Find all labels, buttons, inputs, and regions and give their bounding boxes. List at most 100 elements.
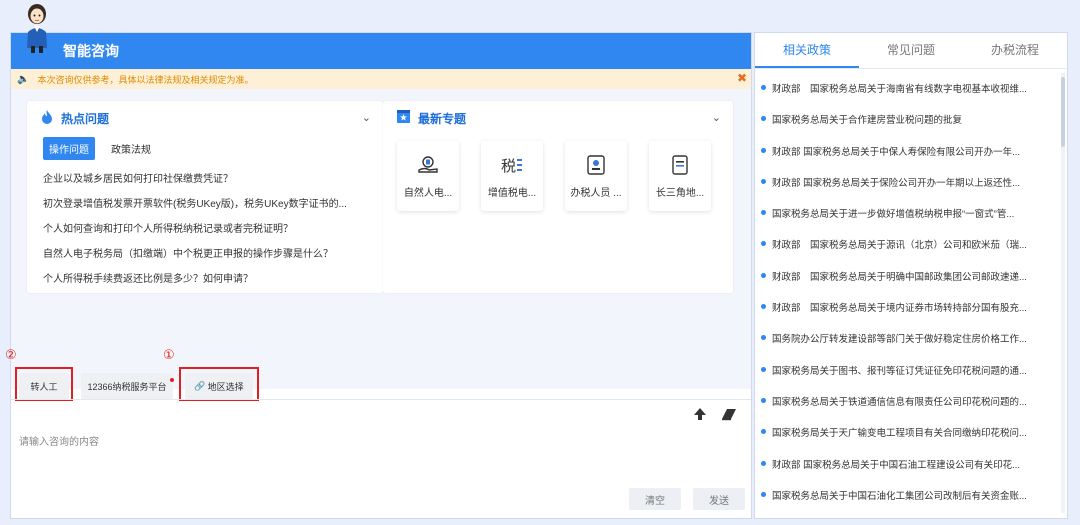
side-tabs: 相关政策 常见问题 办税流程 — [755, 33, 1067, 69]
bullet-dot — [761, 366, 766, 372]
policy-title: 国家税务局关于图书、报刊等征订凭证征免印花税问题的通... — [772, 365, 1027, 377]
hot-questions-title: 热点问题 — [61, 111, 110, 126]
topic-label: 自然人电... — [403, 187, 453, 199]
flame-icon — [41, 109, 53, 127]
list-item[interactable]: 财政部 国家税务总局关于源讯（北京）公司和欧米茄（瑞... — [761, 237, 1051, 268]
list-item[interactable]: 财政部 国家税务总局关于海南省有线数字电视基本收视维... — [761, 81, 1051, 112]
content-area: 热点问题 ⌄ 操作问题 政策法规 企业以及城乡居民如何打印社保缴费凭证？ 初次登… — [11, 89, 751, 389]
page-title: 智能咨询 — [63, 43, 119, 59]
policy-title: 国家税务总局关于进一步做好增值税纳税申报“一窗式”管... — [772, 209, 1015, 221]
latest-topics-card: 最新专题 ⌄ 自然人电... 税 增值税电... 办税人员 ... 长三角地..… — [383, 101, 733, 293]
question-item[interactable]: 个人所得税手续费返还比例是多少？如何申请？ — [43, 270, 373, 295]
topic-label: 办税人员 ... — [570, 187, 622, 199]
hot-questions-card: 热点问题 ⌄ 操作问题 政策法规 企业以及城乡居民如何打印社保缴费凭证？ 初次登… — [27, 101, 383, 293]
hot-questions-header[interactable]: 热点问题 ⌄ — [27, 101, 383, 135]
close-icon[interactable]: ✖ — [737, 71, 747, 85]
list-item[interactable]: 国家税务总局关于进一步做好增值税纳税申报“一窗式”管... — [761, 206, 1051, 237]
annotation-one: ① — [163, 347, 175, 362]
policy-list: 财政部 国家税务总局关于海南省有线数字电视基本收视维... 国家税务总局关于合作… — [755, 69, 1067, 518]
divider — [11, 399, 751, 400]
list-item[interactable]: 财政部 国家税务总局关于保险公司开办一年期以上返还性... — [761, 175, 1051, 206]
list-item[interactable]: 国务院办公厅转发建设部等部门关于做好稳定住房价格工作... — [761, 331, 1051, 362]
panel-header: 智能咨询 — [11, 33, 751, 69]
policy-title: 财政部 国家税务总局关于源讯（北京）公司和欧米茄（瑞... — [772, 240, 1027, 252]
policy-title: 财政部 国家税务总局关于境内证券市场转持部分国有股充... — [772, 303, 1027, 315]
question-list: 企业以及城乡居民如何打印社保缴费凭证？ 初次登录增值税发票开票软件(税务UKey… — [27, 170, 383, 295]
scrollbar-thumb[interactable] — [1061, 77, 1065, 147]
policy-title: 财政部 国家税务总局关于中保人寿保险有限公司开办一年... — [772, 146, 1021, 158]
question-item[interactable]: 初次登录增值税发票开票软件(税务UKey版)，税务UKey数字证书的... — [43, 195, 373, 220]
question-item[interactable]: 个人如何查询和打印个人所得税纳税记录或者完税证明？ — [43, 220, 373, 245]
topic-label: 增值税电... — [487, 187, 537, 199]
list-item[interactable]: 财政部 国家税务总局关于中保人寿保险有限公司开办一年... — [761, 144, 1051, 175]
policy-title: 国家税务局关于天广输变电工程项目有关合同缴纳印花税问... — [772, 428, 1027, 440]
chevron-down-icon[interactable]: ⌄ — [712, 111, 721, 124]
clear-button[interactable]: 清空 — [629, 488, 681, 510]
policy-title: 国务院办公厅转发建设部等部门关于做好稳定住房价格工作... — [772, 334, 1027, 346]
bullet-dot — [761, 178, 766, 184]
tab-related-policies[interactable]: 相关政策 — [755, 33, 859, 68]
annotation-two: ② — [5, 347, 17, 362]
hot-tabs: 操作问题 政策法规 — [27, 137, 383, 160]
bullet-dot — [761, 85, 766, 90]
list-item[interactable]: 国家税务总局关于合作建房营业税问题的批复 — [761, 112, 1051, 143]
topic-item[interactable]: 税 增值税电... — [481, 141, 543, 211]
send-button[interactable]: 发送 — [693, 488, 745, 510]
bullet-dot — [761, 147, 766, 153]
list-item[interactable]: 国家税务总局关于中国石油化工集团公司改制后有关资金账... — [761, 488, 1051, 518]
mascot-avatar — [20, 2, 54, 54]
tax-char-icon: 税 — [501, 157, 522, 175]
bullet-dot — [761, 272, 766, 278]
transfer-human-button[interactable]: 转人工 — [19, 373, 69, 399]
policy-title: 国家税务总局关于中国石油化工集团公司改制后有关资金账... — [772, 490, 1027, 502]
notification-dot — [170, 378, 174, 382]
hand-coin-icon — [418, 155, 438, 173]
topic-item[interactable]: 长三角地... — [649, 141, 711, 211]
bottom-buttons: 清空 发送 — [629, 488, 745, 510]
topic-label: 长三角地... — [655, 187, 705, 199]
policy-title: 国家税务总局关于铁道通信信息有限责任公司印花税问题的... — [772, 396, 1027, 408]
toolbar-icons — [693, 407, 737, 421]
policy-title: 国家税务总局关于合作建房营业税问题的批复 — [772, 115, 963, 127]
bullet-dot — [761, 491, 766, 497]
policy-title: 财政部 国家税务总局关于保险公司开办一年期以上返还性... — [772, 177, 1021, 189]
question-item[interactable]: 自然人电子税务局（扣缴端）中个税更正申报的操作步骤是什么？ — [43, 245, 373, 270]
topic-grid: 自然人电... 税 增值税电... 办税人员 ... 长三角地... — [383, 141, 733, 211]
notice-text: 本次咨询仅供参考，具体以法律法规及相关规定为准。 — [37, 74, 254, 85]
link-icon: 🔗 — [194, 380, 206, 391]
document-icon — [672, 154, 688, 175]
arrow-up-icon[interactable] — [693, 407, 707, 421]
topic-item[interactable]: 办税人员 ... — [565, 141, 627, 211]
side-panel: 相关政策 常见问题 办税流程 财政部 国家税务总局关于海南省有线数字电视基本收视… — [754, 32, 1068, 519]
region-select-label: 地区选择 — [207, 381, 244, 392]
tab-policy[interactable]: 政策法规 — [105, 137, 157, 160]
list-item[interactable]: 财政部 国家税务总局关于明确中国邮政集团公司邮政速递... — [761, 269, 1051, 300]
list-item[interactable]: 国家税务局关于图书、报刊等征订凭证征免印花税问题的通... — [761, 363, 1051, 394]
list-item[interactable]: 财政部 国家税务总局关于境内证券市场转持部分国有股充... — [761, 300, 1051, 331]
chevron-down-icon[interactable]: ⌄ — [362, 111, 371, 124]
star-badge-icon — [397, 110, 410, 126]
bullet-dot — [761, 304, 766, 310]
bullet-dot — [761, 335, 766, 341]
bullet-dot — [761, 429, 766, 435]
tab-faq[interactable]: 常见问题 — [859, 33, 963, 68]
tab-operation[interactable]: 操作问题 — [43, 137, 95, 160]
chat-panel: 智能咨询 🔈 本次咨询仅供参考，具体以法律法规及相关规定为准。 ✖ 热点问题 ⌄… — [5, 32, 752, 519]
list-item[interactable]: 国家税务局关于天广输变电工程项目有关合同缴纳印花税问... — [761, 425, 1051, 456]
bullet-dot — [761, 210, 766, 216]
eraser-icon[interactable] — [721, 407, 737, 421]
policy-title: 财政部 国家税务总局关于明确中国邮政集团公司邮政速递... — [772, 271, 1027, 283]
bullet-dot — [761, 241, 766, 247]
region-select-button[interactable]: 🔗 地区选择 — [185, 373, 253, 399]
tab-process[interactable]: 办税流程 — [963, 33, 1067, 68]
policy-title: 财政部 国家税务总局关于海南省有线数字电视基本收视维... — [772, 84, 1027, 95]
list-item[interactable]: 国家税务总局关于铁道通信信息有限责任公司印花税问题的... — [761, 394, 1051, 425]
id-badge-icon — [587, 154, 605, 175]
latest-topics-header[interactable]: 最新专题 ⌄ — [383, 101, 733, 135]
svg-text:税: 税 — [501, 157, 516, 175]
service-platform-button[interactable]: 12366纳税服务平台 — [81, 373, 173, 399]
consult-input[interactable]: 请输入咨询的内容 — [19, 433, 99, 448]
topic-item[interactable]: 自然人电... — [397, 141, 459, 211]
question-item[interactable]: 企业以及城乡居民如何打印社保缴费凭证？ — [43, 170, 373, 195]
list-item[interactable]: 财政部 国家税务总局关于中国石油工程建设公司有关印花... — [761, 457, 1051, 488]
